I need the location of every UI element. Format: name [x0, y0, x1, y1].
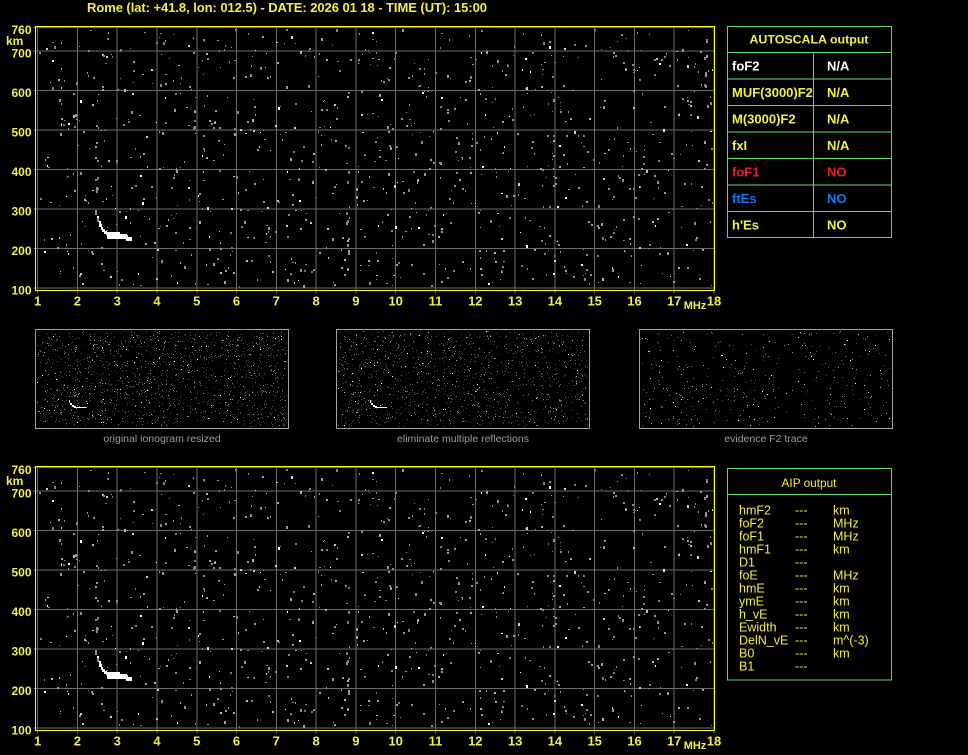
svg-text:B1: B1: [739, 660, 754, 674]
svg-text:---: ---: [795, 621, 808, 635]
svg-text:AUTOSCALA output: AUTOSCALA output: [749, 33, 868, 47]
svg-text:original ionogram resized: original ionogram resized: [103, 433, 220, 445]
svg-text:foF2: foF2: [739, 517, 764, 531]
svg-text:hmF2: hmF2: [739, 504, 771, 518]
svg-text:N/A: N/A: [827, 85, 850, 100]
svg-text:MUF(3000)F2: MUF(3000)F2: [732, 85, 813, 100]
svg-text:---: ---: [795, 595, 808, 609]
svg-text:Rome (lat: +41.8, lon: 012.5): Rome (lat: +41.8, lon: 012.5) - DATE: 20…: [87, 0, 487, 15]
svg-text:h_vE: h_vE: [739, 608, 768, 622]
svg-text:km: km: [833, 504, 850, 518]
svg-text:---: ---: [795, 556, 808, 570]
svg-text:---: ---: [795, 660, 808, 674]
svg-text:AIP output: AIP output: [782, 476, 838, 490]
svg-text:---: ---: [795, 517, 808, 531]
svg-text:DelN_vE: DelN_vE: [739, 634, 788, 648]
svg-text:km: km: [833, 582, 850, 596]
svg-text:Ewidth: Ewidth: [739, 621, 777, 635]
svg-text:evidence F2 trace: evidence F2 trace: [724, 433, 808, 445]
svg-text:N/A: N/A: [827, 112, 850, 127]
svg-text:hmE: hmE: [739, 582, 765, 596]
svg-text:ymE: ymE: [739, 595, 764, 609]
svg-text:km: km: [833, 621, 850, 635]
svg-text:foF2: foF2: [732, 59, 759, 74]
svg-text:km: km: [833, 543, 850, 557]
svg-text:N/A: N/A: [827, 59, 850, 74]
svg-text:foF1: foF1: [739, 530, 764, 544]
svg-text:km: km: [833, 647, 850, 661]
svg-text:---: ---: [795, 647, 808, 661]
svg-text:---: ---: [795, 608, 808, 622]
svg-text:km: km: [833, 595, 850, 609]
svg-text:---: ---: [795, 530, 808, 544]
svg-text:---: ---: [795, 569, 808, 583]
svg-text:m^(-3): m^(-3): [833, 634, 869, 648]
svg-text:---: ---: [795, 634, 808, 648]
svg-text:km: km: [833, 608, 850, 622]
svg-text:---: ---: [795, 543, 808, 557]
svg-text:M(3000)F2: M(3000)F2: [732, 112, 796, 127]
svg-text:B0: B0: [739, 647, 754, 661]
svg-text:foE: foE: [739, 569, 758, 583]
svg-text:eliminate multiple reflections: eliminate multiple reflections: [397, 433, 529, 445]
svg-text:MHz: MHz: [833, 517, 859, 531]
svg-text:NO: NO: [827, 165, 847, 180]
svg-text:hmF1: hmF1: [739, 543, 771, 557]
svg-text:---: ---: [795, 504, 808, 518]
svg-text:---: ---: [795, 582, 808, 596]
svg-text:ftEs: ftEs: [732, 191, 757, 206]
svg-text:fxI: fxI: [732, 138, 747, 153]
svg-text:NO: NO: [827, 191, 847, 206]
svg-text:MHz: MHz: [833, 569, 859, 583]
svg-text:NO: NO: [827, 218, 847, 233]
svg-text:h'Es: h'Es: [732, 218, 759, 233]
svg-text:N/A: N/A: [827, 138, 850, 153]
svg-text:MHz: MHz: [833, 530, 859, 544]
svg-text:D1: D1: [739, 556, 755, 570]
svg-text:foF1: foF1: [732, 165, 759, 180]
